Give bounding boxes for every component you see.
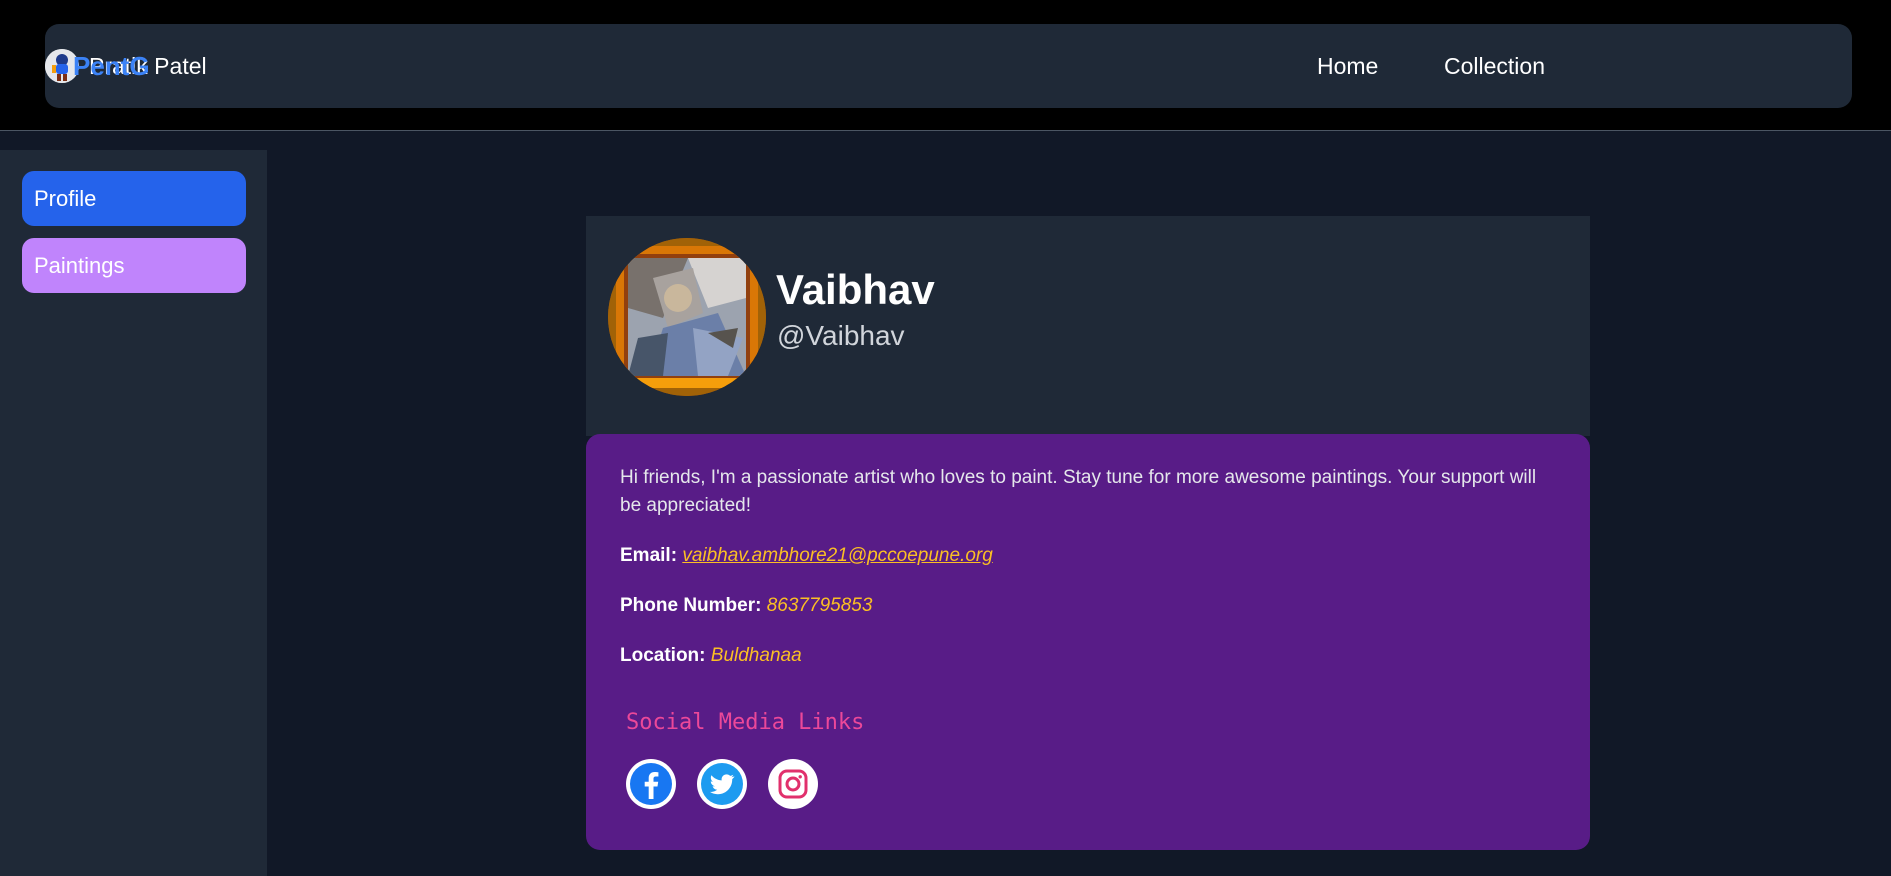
location-label: Location: (620, 645, 706, 666)
twitter-icon[interactable] (697, 759, 747, 809)
social-title: Social Media Links (626, 710, 865, 735)
phone-value: 8637795853 (766, 595, 873, 616)
navbar: PentG Home Collection Pratik Patel (45, 24, 1852, 108)
user-menu[interactable]: Pratik Patel (45, 24, 1852, 108)
profile-handle: @Vaibhav (777, 320, 905, 351)
location-value: Buldhanaa (710, 645, 802, 666)
nav-collection-link[interactable]: Collection (1444, 24, 1545, 108)
sidebar-item-profile[interactable]: Profile (22, 171, 246, 226)
email-link[interactable]: vaibhav.ambhore21@pccoepune.org (682, 545, 992, 566)
sidebar-item-paintings[interactable]: Paintings (22, 238, 246, 293)
social-links (626, 759, 1556, 809)
facebook-icon[interactable] (626, 759, 676, 809)
email-row: Email: vaibhav.ambhore21@pccoepune.org (620, 542, 1556, 570)
profile-name: Vaibhav (776, 266, 935, 313)
profile-avatar (608, 238, 766, 396)
profile-bio: Hi friends, I'm a passionate artist who … (620, 467, 1537, 516)
phone-row: Phone Number: 8637795853 (620, 592, 1556, 620)
email-label: Email: (620, 545, 678, 566)
brand-logo[interactable]: PentG (73, 24, 150, 108)
top-bar: PentG Home Collection Pratik Patel (0, 0, 1891, 131)
location-row: Location: Buldhanaa (620, 642, 1556, 670)
instagram-icon[interactable] (768, 759, 818, 809)
profile-details: Hi friends, I'm a passionate artist who … (586, 434, 1590, 850)
nav-home-link[interactable]: Home (1317, 24, 1378, 108)
phone-label: Phone Number: (620, 595, 762, 616)
profile-header: Vaibhav @Vaibhav (586, 216, 1590, 436)
sidebar: Profile Paintings (0, 150, 267, 876)
